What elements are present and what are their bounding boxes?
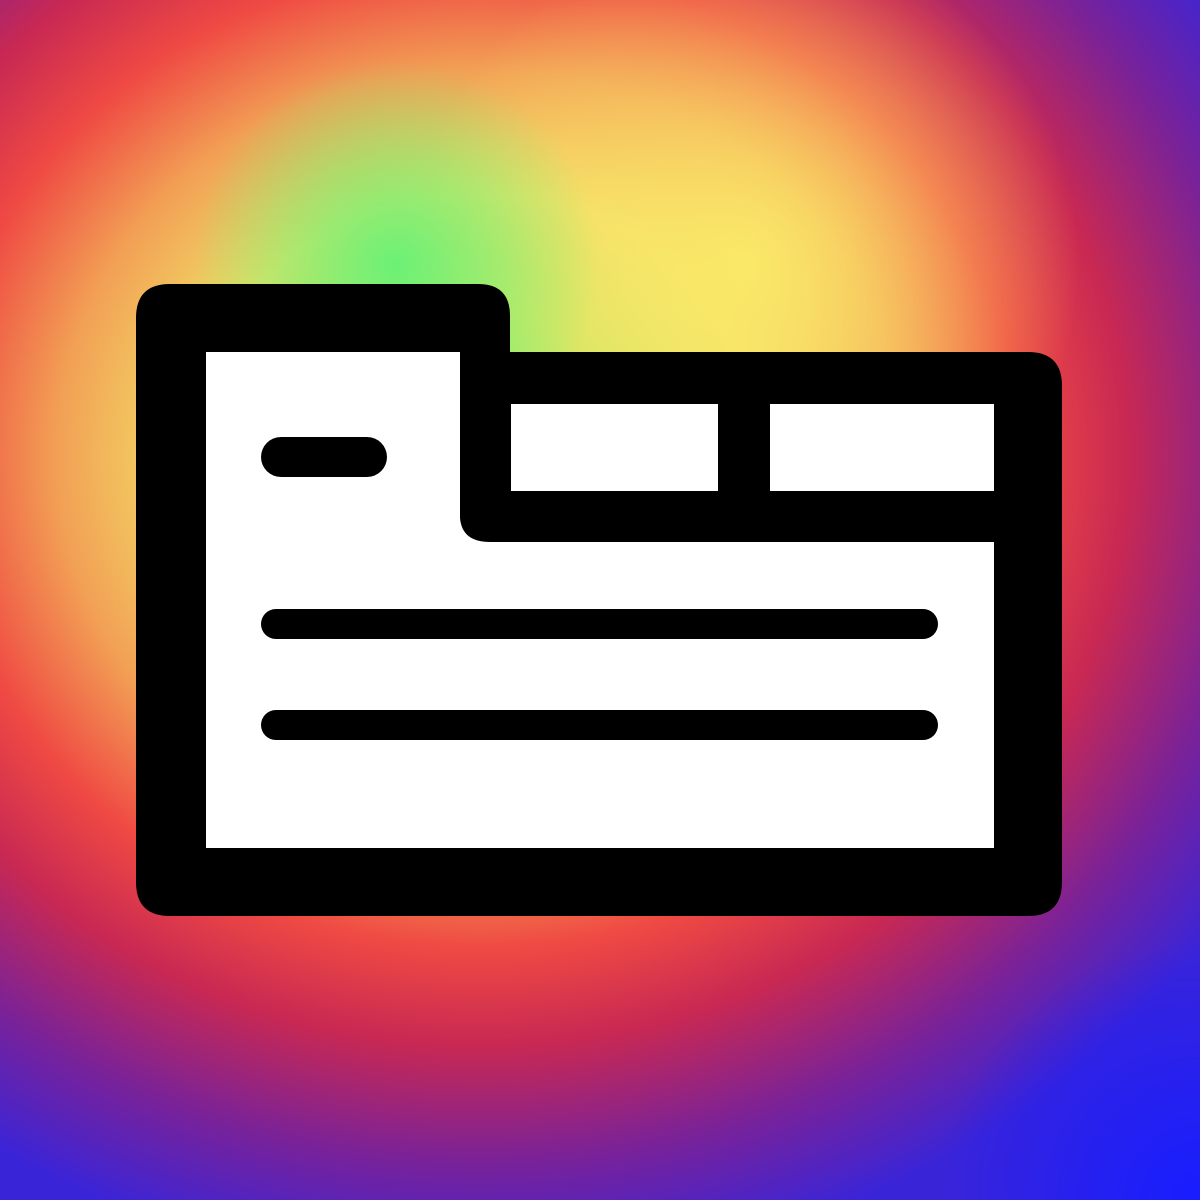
app-icon-canvas (0, 0, 1200, 1200)
document-folder-icon-svg (136, 284, 1062, 916)
document-folder-icon (0, 0, 1200, 1200)
tab-box-left (511, 404, 718, 491)
text-line-1 (261, 609, 938, 639)
short-text-line (261, 437, 387, 477)
tab-box-right (770, 404, 994, 491)
text-line-2 (261, 710, 938, 740)
